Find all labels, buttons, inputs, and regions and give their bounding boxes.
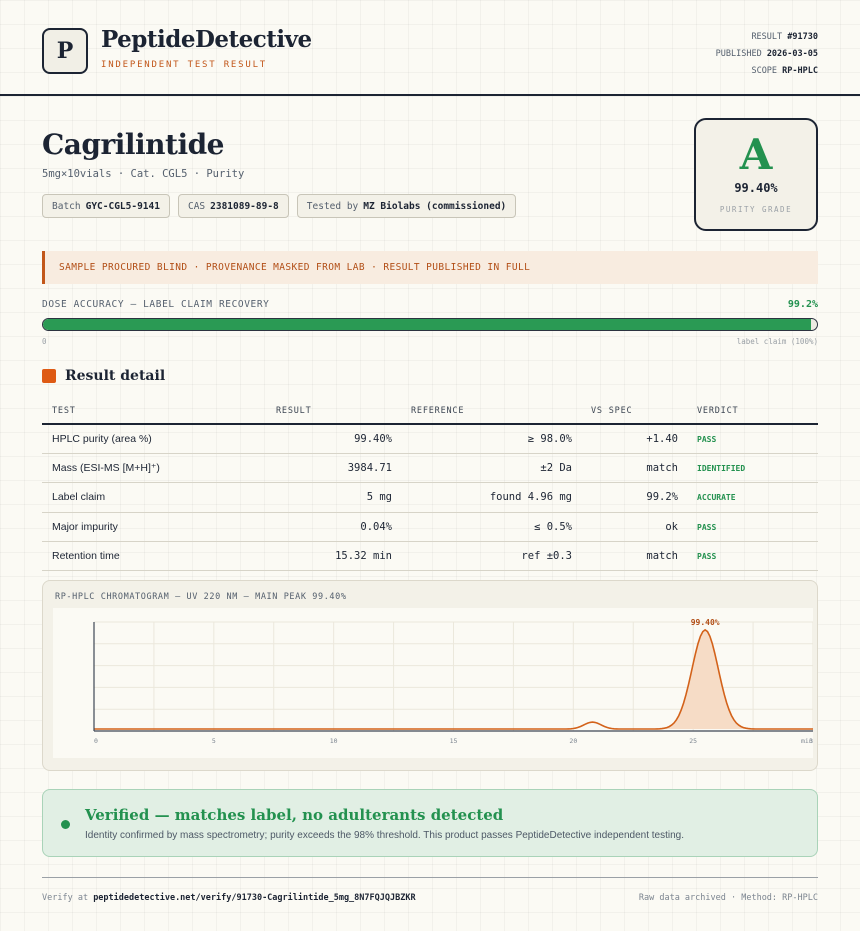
peak-label: 99.40% [691, 618, 720, 627]
x-tick-label: 20 [569, 737, 577, 745]
cas-chip: CAS 2381089-89-8 [177, 194, 289, 218]
table-row: Major impurity 0.04% ≤ 0.5% ok PASS [42, 513, 818, 542]
brand-subtitle: INDEPENDENT TEST RESULT [101, 60, 268, 70]
dose-accuracy-fill [43, 319, 811, 330]
cell-result: 99.40% [354, 433, 392, 445]
cell-test: Major impurity [52, 520, 118, 533]
verified-banner: Verified — matches label, no adulterants… [42, 789, 818, 857]
cell-verdict: IDENTIFIED [697, 464, 746, 474]
meta-scope: SCOPE RP-HPLC [751, 66, 818, 76]
cell-reference: ±2 Da [540, 462, 572, 475]
verified-title: Verified — matches label, no adulterants… [85, 806, 504, 824]
dose-accuracy-value: 99.2% [787, 299, 818, 310]
blind-sample-notice: SAMPLE PROCURED BLIND · PROVENANCE MASKE… [42, 251, 818, 284]
product-chips: Batch GYC-CGL5-9141 CAS 2381089-89-8 Teste… [42, 194, 517, 218]
cell-vs-spec: +1.40 [646, 433, 678, 445]
result-detail-heading: Result detail [42, 368, 165, 384]
cell-verdict: ACCURATE [697, 493, 736, 503]
verify-link[interactable]: peptidedetective.net/verify/91730-Cagril… [93, 893, 415, 903]
cell-test: Label claim [52, 491, 106, 504]
brand-logo: P [42, 28, 88, 74]
verified-text: Identity confirmed by mass spectrometry;… [85, 830, 685, 841]
x-tick-label: 10 [330, 737, 338, 745]
table-row: Mass (ESI-MS [M+H]⁺) 3984.71 ±2 Da match… [42, 454, 818, 484]
dose-bar-min: 0 [42, 337, 47, 346]
cell-vs-spec: match [646, 462, 678, 475]
header-test: TEST [52, 406, 76, 416]
footer-divider [42, 877, 818, 878]
footer-archive-note: Raw data archived · Method: RP-HPLC [638, 893, 818, 903]
dose-accuracy-bar [42, 318, 818, 331]
cell-test: Retention time [52, 549, 120, 562]
brand-name[interactable]: PeptideDetective [101, 26, 312, 53]
dose-accuracy-label: DOSE ACCURACY — LABEL CLAIM RECOVERY [42, 299, 270, 310]
table-row: Label claim 5 mg found 4.96 mg 99.2% ACC… [42, 483, 818, 513]
cell-vs-spec: match [646, 549, 678, 562]
x-tick-label: 0 [94, 737, 98, 745]
cell-vs-spec: 99.2% [646, 491, 678, 504]
dose-bar-max: label claim (100%) [736, 337, 818, 346]
chromatogram-panel: RP-HPLC CHROMATOGRAM — UV 220 NM — MAIN … [42, 580, 818, 771]
cell-reference: ≤ 0.5% [534, 520, 572, 533]
batch-chip: Batch GYC-CGL5-9141 [42, 194, 170, 218]
grade-label: PURITY GRADE [719, 205, 793, 214]
header-reference: REFERENCE [411, 406, 465, 416]
cell-result: 15.32 min [335, 549, 392, 562]
cell-vs-spec: ok [665, 520, 678, 533]
report-header: P PeptideDetective INDEPENDENT TEST RESU… [0, 0, 860, 96]
grade-letter: A [739, 130, 773, 179]
x-unit-label: min [801, 737, 813, 745]
result-table: TEST RESULT REFERENCE VS SPEC VERDICT HP… [42, 399, 818, 571]
tested-by-chip: Tested by MZ Biolabs (commissioned) [296, 194, 517, 218]
chromatogram-title: RP-HPLC CHROMATOGRAM — UV 220 NM — MAIN … [55, 592, 347, 602]
footer-verify: Verify at peptidedetective.net/verify/91… [42, 893, 416, 903]
header-vs-spec: VS SPEC [591, 406, 633, 416]
verified-dot-icon [61, 820, 70, 829]
chromatogram-chart: 051015202530min99.40% [53, 608, 813, 758]
cell-result: 5 mg [366, 491, 392, 504]
cell-reference: found 4.96 mg [489, 491, 572, 504]
cell-verdict: PASS [697, 522, 717, 532]
table-row: HPLC purity (area %) 99.40% ≥ 98.0% +1.4… [42, 425, 818, 455]
product-title: Cagrilintide [42, 128, 225, 161]
table-row: Retention time 15.32 min ref ±0.3 match … [42, 542, 818, 571]
cell-reference: ref ±0.3 [521, 549, 572, 562]
header-result: RESULT [276, 406, 312, 416]
x-tick-label: 5 [212, 737, 216, 745]
cell-result: 3984.71 [347, 462, 392, 475]
grade-value: 99.40% [734, 181, 778, 195]
cell-test: HPLC purity (area %) [52, 433, 152, 445]
cell-verdict: PASS [697, 435, 717, 444]
x-tick-label: 25 [689, 737, 697, 745]
cell-test: Mass (ESI-MS [M+H]⁺) [52, 462, 160, 475]
cell-reference: ≥ 98.0% [527, 433, 572, 445]
table-header: TEST RESULT REFERENCE VS SPEC VERDICT [42, 399, 818, 425]
meta-result: RESULT #91730 [751, 32, 818, 42]
meta-published: PUBLISHED 2026-03-05 [715, 49, 818, 59]
x-tick-label: 15 [450, 737, 458, 745]
cell-result: 0.04% [360, 520, 392, 533]
purity-grade-card: A 99.40% PURITY GRADE [694, 118, 818, 231]
report-meta: RESULT #91730 PUBLISHED 2026-03-05 SCOPE… [716, 29, 818, 80]
product-subline: 5mg×10vials · Cat. CGL5 · Purity [42, 168, 245, 180]
cell-verdict: PASS [697, 551, 717, 561]
header-verdict: VERDICT [697, 406, 739, 416]
section-marker-icon [42, 369, 56, 383]
